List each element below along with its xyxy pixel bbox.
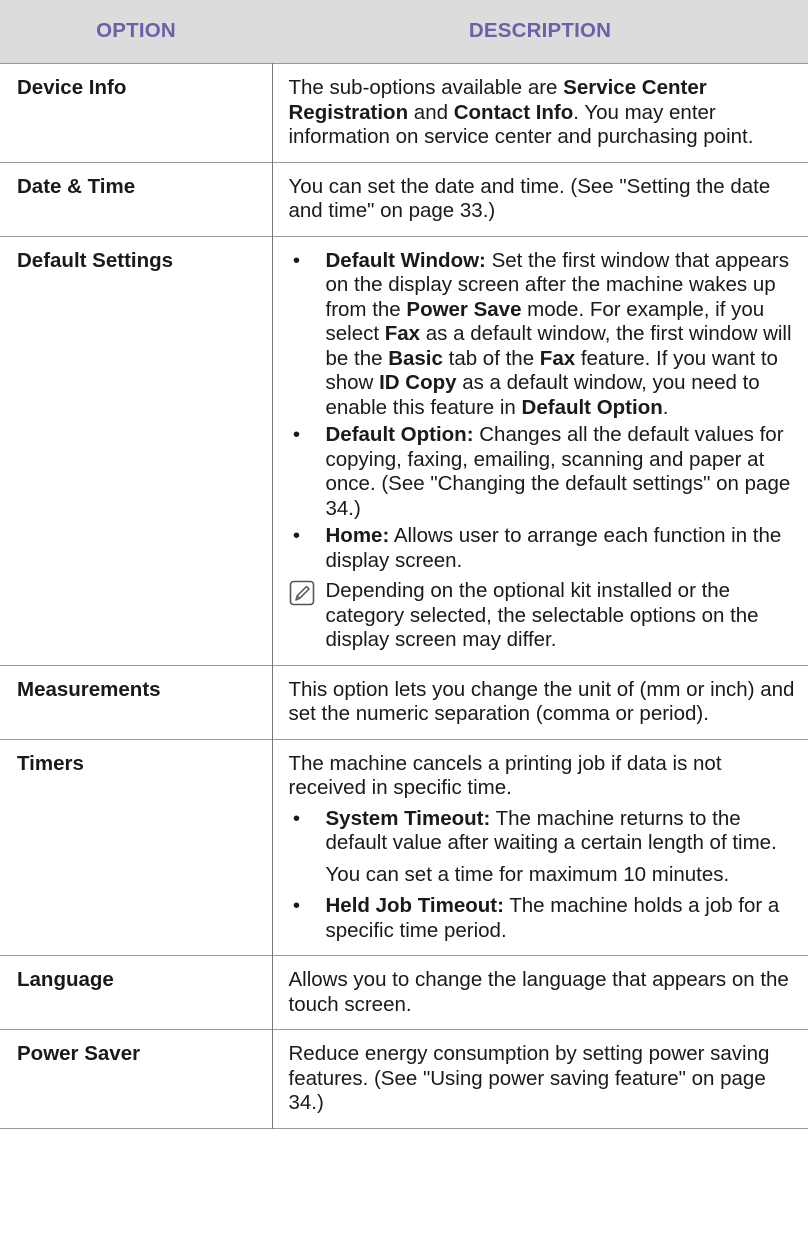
bullet-default-window: • Default Window: Set the first window th… [289,249,801,421]
bullet-label: System Timeout: [325,806,491,830]
description-text: This option lets you change the unit of … [288,677,795,726]
description-text: Reduce energy consumption by setting pow… [288,1042,770,1114]
table-header-row: OPTION DESCRIPTION [0,0,808,64]
bullet-home: • Home: Allows user to arrange each funct… [289,524,801,573]
options-table: OPTION DESCRIPTION Device Info The sub-o… [0,0,808,1129]
bullet-list: • Default Window: Set the first window th… [289,249,801,574]
description-date-time: You can set the date and time. (See "Set… [271,162,808,236]
note-block: Depending on the optional kit installed … [289,579,801,653]
description-text: You can set the date and time. (See "Set… [288,174,771,223]
description-measurements: This option lets you change the unit of … [271,665,808,739]
row-power-saver: Power Saver Reduce energy consumption by… [0,1029,808,1128]
note-pencil-icon [289,580,314,606]
option-timers: Timers [17,751,84,775]
bullet-list: • System Timeout: The machine returns to … [289,807,801,856]
bold-term: Power Save [406,297,522,321]
description-timers: The machine cancels a printing job if da… [271,739,808,956]
option-default-settings: Default Settings [17,248,174,272]
row-date-time: Date & Time You can set the date and tim… [0,162,808,236]
bullet-label: Default Window: [325,248,486,272]
bold-term: Fax [539,346,576,370]
bullet-icon: • [292,894,301,917]
bold-term: Contact Info [453,100,574,124]
note-text: Depending on the optional kit installed … [325,579,759,651]
text-segment: The sub-options available are [288,76,564,99]
description-default-settings: • Default Window: Set the first window th… [271,236,808,665]
option-device-info: Device Info [17,76,127,99]
description-text: Allows you to change the language that a… [288,968,789,1016]
bullet-default-option: • Default Option: Changes all the default… [289,423,801,521]
description-text: The machine cancels a printing job if da… [288,751,722,800]
description-device-info: The sub-options available are Service Ce… [271,63,808,162]
row-device-info: Device Info The sub-options available ar… [0,63,808,162]
row-default-settings: Default Settings • Default Window: Set th… [0,236,808,665]
text-segment: tab of the [442,346,540,370]
bullet-icon: • [292,806,301,830]
option-language: Language [17,968,114,991]
bold-term: ID Copy [379,371,457,394]
bullet-icon: • [292,423,301,446]
bullet-held-job-timeout: • Held Job Timeout: The machine holds a j… [289,894,801,943]
description-language: Allows you to change the language that a… [271,955,808,1030]
bullet-icon: • [292,248,301,272]
bullet-icon: • [292,524,301,547]
header-description: DESCRIPTION [272,0,808,64]
bullet-label: Default Option: [325,423,474,446]
option-date-time: Date & Time [17,174,136,198]
bullet-system-timeout: • System Timeout: The machine returns to … [289,807,801,856]
bullet-label: Held Job Timeout: [325,894,504,917]
bold-term: Default Option [521,395,663,419]
row-measurements: Measurements This option lets you change… [0,665,808,739]
bullet-label: Home: [325,524,390,547]
sub-paragraph: You can set a time for maximum 10 minute… [325,862,730,886]
description-power-saver: Reduce energy consumption by setting pow… [271,1029,808,1128]
option-measurements: Measurements [17,677,161,701]
bullet-list: • Held Job Timeout: The machine holds a j… [289,894,801,943]
bold-term: Basic [388,346,443,370]
text-segment: . [662,395,669,419]
text-segment: and [408,100,454,124]
option-power-saver: Power Saver [17,1042,141,1065]
bold-term: Fax [384,322,421,345]
row-language: Language Allows you to change the langua… [0,955,808,1030]
header-option: OPTION [0,0,272,64]
text-segment: Allows user to arrange each function in … [325,524,782,572]
row-timers: Timers The machine cancels a printing jo… [0,739,808,956]
